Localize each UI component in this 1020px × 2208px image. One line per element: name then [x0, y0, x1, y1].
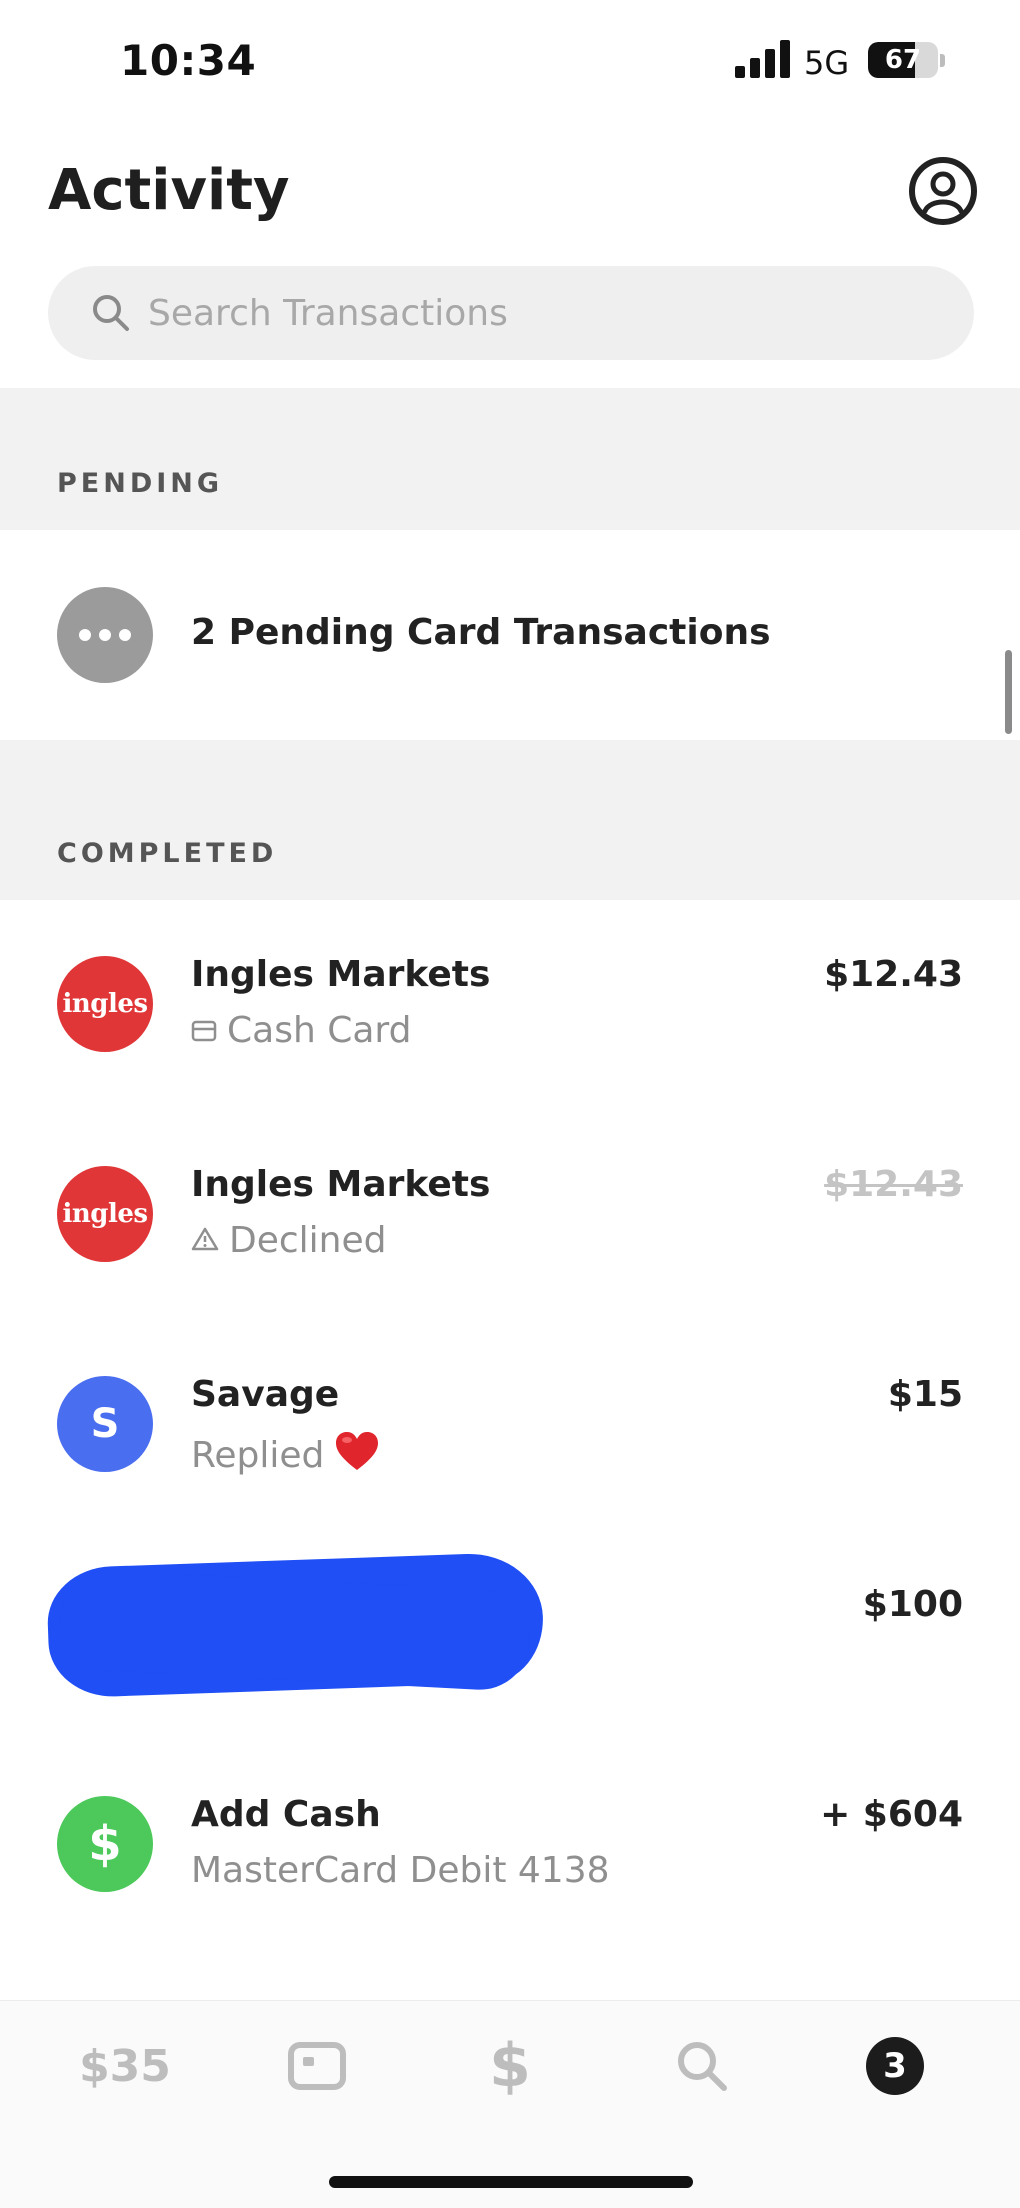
card-icon [191, 1010, 217, 1051]
status-time: 10:34 [120, 36, 257, 85]
search-icon[interactable] [672, 2031, 732, 2101]
scrollbar[interactable] [1005, 650, 1012, 734]
completed-label: COMPLETED [57, 838, 278, 869]
pending-transactions-label: 2 Pending Card Transactions [191, 612, 771, 653]
pending-transactions-row[interactable]: 2 Pending Card Transactions [0, 530, 1020, 740]
pending-section-header: PENDING [0, 388, 1020, 530]
transaction-title: Ingles Markets [191, 954, 491, 995]
home-indicator[interactable] [329, 2176, 693, 2188]
ingles-logo: ingles [57, 956, 153, 1052]
signal-bars-icon [735, 40, 791, 78]
more-dots-icon [57, 587, 153, 683]
subtitle-text: Declined [229, 1220, 387, 1261]
transaction-subtitle: Cash Card [191, 1010, 411, 1051]
status-bar: 10:34 5G 67 [0, 0, 1020, 120]
transaction-subtitle: Replied [191, 1430, 380, 1481]
warning-icon [191, 1220, 219, 1261]
completed-section-header: COMPLETED [0, 740, 1020, 900]
ingles-logo: ingles [57, 1166, 153, 1262]
tab-activity-badge[interactable]: 3 [866, 2037, 924, 2095]
subtitle-text: MasterCard Debit 4138 [191, 1850, 610, 1891]
subtitle-text: Cash Card [227, 1010, 412, 1051]
heart-icon [334, 1430, 380, 1481]
transaction-subtitle: Declined [191, 1220, 386, 1261]
battery-cap [940, 54, 945, 67]
transaction-amount: $100 [862, 1584, 963, 1625]
transaction-title: Add Cash [191, 1794, 381, 1835]
cash-card-icon[interactable] [284, 2031, 350, 2101]
profile-icon[interactable] [908, 156, 978, 226]
transaction-amount: $12.43 [824, 954, 963, 995]
dollar-icon[interactable]: $ [478, 2031, 542, 2101]
transaction-amount: + $604 [820, 1794, 963, 1835]
transaction-title: Savage [191, 1374, 340, 1415]
tab-balance[interactable]: $35 [60, 2031, 190, 2101]
transaction-row[interactable]: S Savage Replied $15 [0, 1320, 1020, 1500]
search-bar[interactable] [48, 266, 974, 360]
transaction-row[interactable]: ingles Ingles Markets Cash Card $12.43 [0, 900, 1020, 1080]
transaction-amount: $15 [887, 1374, 963, 1415]
transaction-subtitle: MasterCard Debit 4138 [191, 1850, 610, 1891]
network-label: 5G [804, 44, 850, 82]
battery-percent: 67 [884, 45, 922, 75]
search-input[interactable] [148, 266, 928, 360]
avatar: S [57, 1376, 153, 1472]
subtitle-text: Replied [191, 1435, 325, 1476]
transaction-row[interactable]: $ Add Cash MasterCard Debit 4138 + $604 [0, 1740, 1020, 1920]
transaction-amount-declined: $12.43 [824, 1164, 963, 1205]
page-title: Activity [48, 158, 290, 223]
search-icon [90, 292, 132, 334]
pending-label: PENDING [57, 468, 224, 499]
transaction-row[interactable]: ingles Ingles Markets Declined $12.43 [0, 1110, 1020, 1290]
transaction-title: Ingles Markets [191, 1164, 491, 1205]
add-cash-icon: $ [57, 1796, 153, 1892]
battery-icon: 67 [868, 42, 938, 78]
